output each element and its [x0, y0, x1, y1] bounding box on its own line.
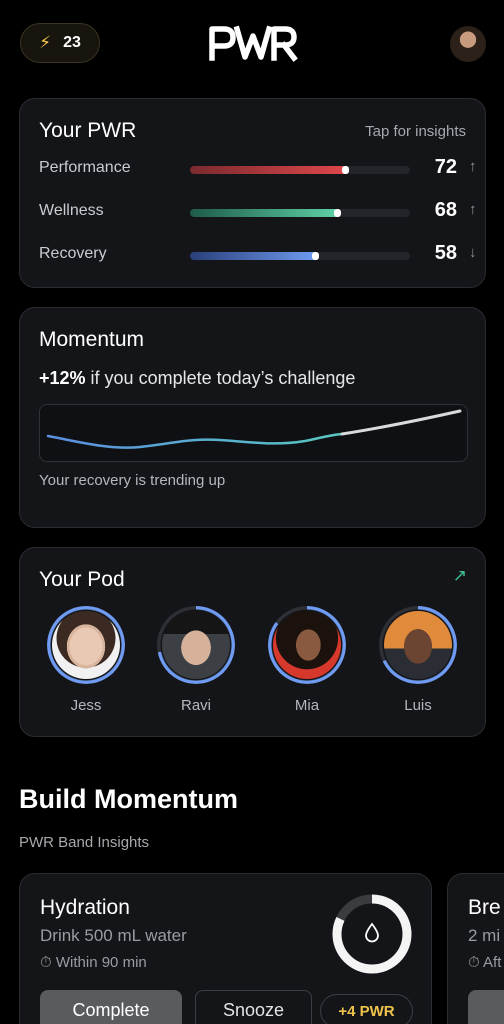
momentum-headline-text: if you complete today’s challenge — [85, 368, 356, 388]
pod-member[interactable]: Jess — [44, 606, 128, 718]
momentum-percent: +12% — [39, 368, 86, 388]
expand-arrow-icon[interactable]: ↗ — [453, 566, 467, 586]
metric-performance: Performance 72 ↑ — [39, 156, 477, 182]
metric-label: Wellness — [39, 202, 104, 219]
member-avatar — [273, 611, 341, 679]
momentum-title: Momentum — [39, 328, 145, 351]
app-header: ⚡ 23 — [0, 0, 504, 88]
member-name: Ravi — [180, 697, 211, 714]
water-drop-icon — [365, 922, 379, 943]
metric-bar — [190, 252, 410, 260]
member-name: Mia — [294, 697, 320, 714]
next-challenge-card[interactable]: Bre 2 mi ⏱ Aft — [447, 873, 504, 1024]
challenge-time-text: Within 90 min — [55, 954, 147, 971]
challenge-description: 2 mi — [468, 926, 501, 945]
section-title: Build Momentum — [19, 784, 238, 814]
pod-member[interactable]: Ravi — [154, 606, 238, 718]
pod-member[interactable]: Mia — [265, 606, 349, 718]
hydration-progress-ring — [332, 894, 412, 974]
metric-label: Recovery — [39, 245, 107, 262]
member-name: Luis — [404, 697, 432, 714]
pwr-logo — [209, 25, 298, 62]
pod-card[interactable]: Your Pod ↗ Jess Ravi Mia Luis — [19, 547, 486, 737]
metric-value: 58 — [434, 242, 457, 264]
metric-bar-knob — [342, 166, 349, 174]
snooze-button[interactable]: Snooze — [195, 990, 312, 1024]
metric-value: 68 — [434, 199, 457, 221]
trend-up-icon: ↑ — [469, 201, 477, 218]
member-name: Jess — [70, 697, 102, 714]
metric-recovery: Recovery 58 ↓ — [39, 242, 477, 268]
metric-bar-fill — [190, 166, 348, 174]
metric-label: Performance — [39, 159, 131, 176]
challenge-title: Bre — [468, 896, 501, 919]
metric-wellness: Wellness 68 ↑ — [39, 199, 477, 225]
momentum-subtitle: Your recovery is trending up — [39, 472, 226, 489]
challenge-title: Hydration — [40, 896, 130, 919]
momentum-card[interactable]: Momentum +12% if you complete today’s ch… — [19, 307, 486, 528]
momentum-sparkline — [39, 404, 468, 462]
complete-button[interactable]: Complete — [40, 990, 182, 1024]
member-avatar — [52, 611, 120, 679]
timer-icon: ⏱ — [468, 954, 484, 971]
challenge-description: Drink 500 mL water — [40, 926, 187, 945]
momentum-headline: +12% if you complete today’s challenge — [39, 368, 355, 389]
hydration-card[interactable]: Hydration Drink 500 mL water ⏱ Within 90… — [19, 873, 432, 1024]
complete-button[interactable] — [468, 990, 504, 1024]
metric-bar-fill — [190, 252, 318, 260]
streak-count: 23 — [63, 34, 81, 51]
metric-value: 72 — [434, 156, 457, 178]
metric-bar — [190, 166, 410, 174]
insights-link[interactable]: Tap for insights — [365, 123, 466, 140]
trend-down-icon: ↓ — [469, 244, 477, 261]
streak-badge[interactable]: ⚡ 23 — [20, 23, 100, 63]
challenge-time-text: Aft — [483, 954, 502, 971]
challenge-time: ⏱ Within 90 min — [40, 954, 147, 971]
timer-icon: ⏱ — [40, 954, 56, 971]
metric-bar-fill — [190, 209, 340, 217]
lightning-bolt-icon: ⚡ — [39, 33, 52, 52]
member-avatar — [162, 611, 230, 679]
metric-bar — [190, 209, 410, 217]
profile-avatar[interactable] — [450, 26, 486, 62]
reward-badge: +4 PWR — [320, 994, 413, 1024]
trend-up-icon: ↑ — [469, 158, 477, 175]
pwr-title: Your PWR — [39, 119, 137, 142]
trend-line — [46, 432, 344, 449]
metric-bar-knob — [312, 252, 319, 260]
member-avatar — [384, 611, 452, 679]
pod-member[interactable]: Luis — [376, 606, 460, 718]
section-subtitle: PWR Band Insights — [19, 834, 150, 851]
pod-title: Your Pod — [39, 568, 125, 591]
projected-line — [340, 409, 462, 436]
pwr-card[interactable]: Your PWR Tap for insights Performance 72… — [19, 98, 486, 288]
metric-bar-knob — [334, 209, 341, 217]
challenge-time: ⏱ Aft — [468, 954, 501, 971]
